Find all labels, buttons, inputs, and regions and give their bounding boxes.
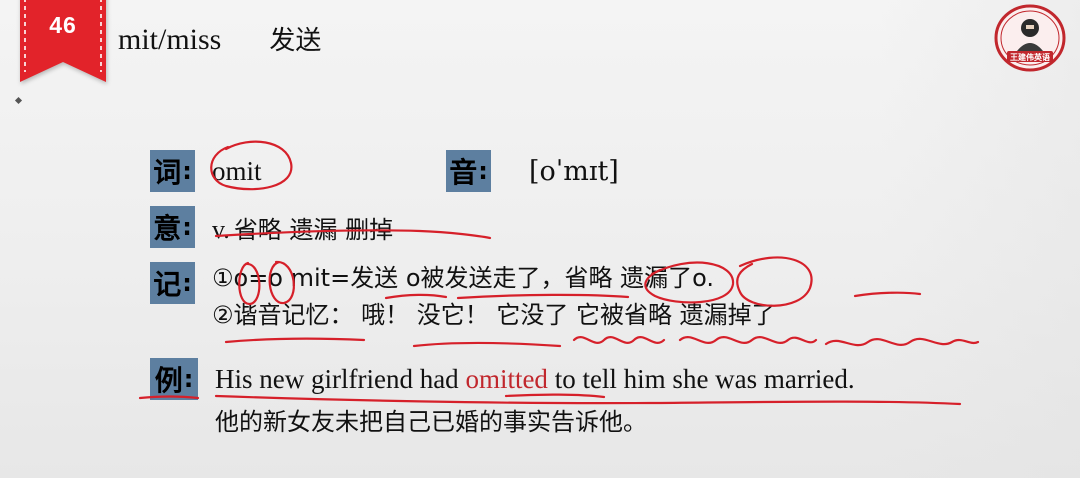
word-row: 词: omit [150,150,262,192]
memo-line-1: ①o=o mit=发送 o被发送走了，省略 遗漏了o. [212,264,715,292]
sound-label-text: 音 [449,156,478,189]
example-row: 例: His new girlfriend had omitted to tel… [150,358,855,442]
sound-row: 音: [oˈmɪt] [446,150,619,192]
memo-label-colon: : [182,269,192,297]
word-value: omit [212,155,262,186]
meaning-label: 意: [150,206,195,248]
memo-label: 记: [150,262,195,304]
example-en-after: to tell him she was married. [547,364,855,394]
ink-wave-tabei [678,336,818,344]
memo-line-2: ②谐音记忆： 哦！ 没它！ 它没了 它被省略 遗漏掉了 [212,301,776,329]
word-label-text: 词 [153,156,182,189]
example-label: 例: [150,358,198,400]
seal-text: 王建伟英语 [1010,52,1050,62]
meaning-value: v. 省略 遗漏 删掉 [212,210,393,245]
memo-label-text: 记 [153,268,182,301]
meaning-text: 省略 遗漏 删掉 [233,215,394,244]
example-lines: His new girlfriend had omitted to tell h… [215,358,855,442]
slide-number-ribbon: 46 [20,0,106,82]
ink-wave-1 [853,291,922,298]
pronunciation-value: [oˈmɪt] [529,155,619,187]
root-meaning: 发送 [269,26,322,56]
meaning-label-colon: : [182,213,192,241]
slide: 46 mit/miss 发送 王建伟英语 词: omit 音: [oˈmɪt] [0,0,1080,478]
meaning-row: 意: v. 省略 遗漏 删掉 [150,206,393,248]
example-sentence-en: His new girlfriend had omitted to tell h… [215,358,855,400]
word-label: 词: [150,150,195,192]
example-en-before: His new girlfriend had [215,364,466,394]
slide-number: 46 [49,12,77,38]
example-label-text: 例 [154,364,183,397]
sound-label-colon: : [478,157,488,185]
memo-row: 记: ①o=o mit=发送 o被发送走了，省略 遗漏了o. ②谐音记忆： 哦！… [150,262,776,332]
cursor-icon [14,96,23,105]
example-highlight-word: omitted [465,364,548,394]
part-of-speech: v. [212,214,230,244]
example-sentence-cn: 他的新女友未把自己已婚的事实告诉他。 [215,408,647,436]
ink-underline-ota [412,341,562,348]
seal-graphic: 王建伟英语 [994,4,1066,72]
lesson-title: mit/miss 发送 [118,20,321,57]
seal-logo: 王建伟英语 [993,3,1067,73]
root-label: mit/miss [118,23,222,56]
sound-label: 音: [446,150,491,192]
ink-underline-xieyin [224,337,366,344]
example-label-colon: : [183,365,194,393]
ink-wave-yiloudiao [824,337,980,347]
memo-lines: ①o=o mit=发送 o被发送走了，省略 遗漏了o. ②谐音记忆： 哦！ 没它… [212,262,776,332]
ink-wave-tamei [572,336,666,344]
meaning-label-text: 意 [153,212,182,245]
word-label-colon: : [182,157,192,185]
